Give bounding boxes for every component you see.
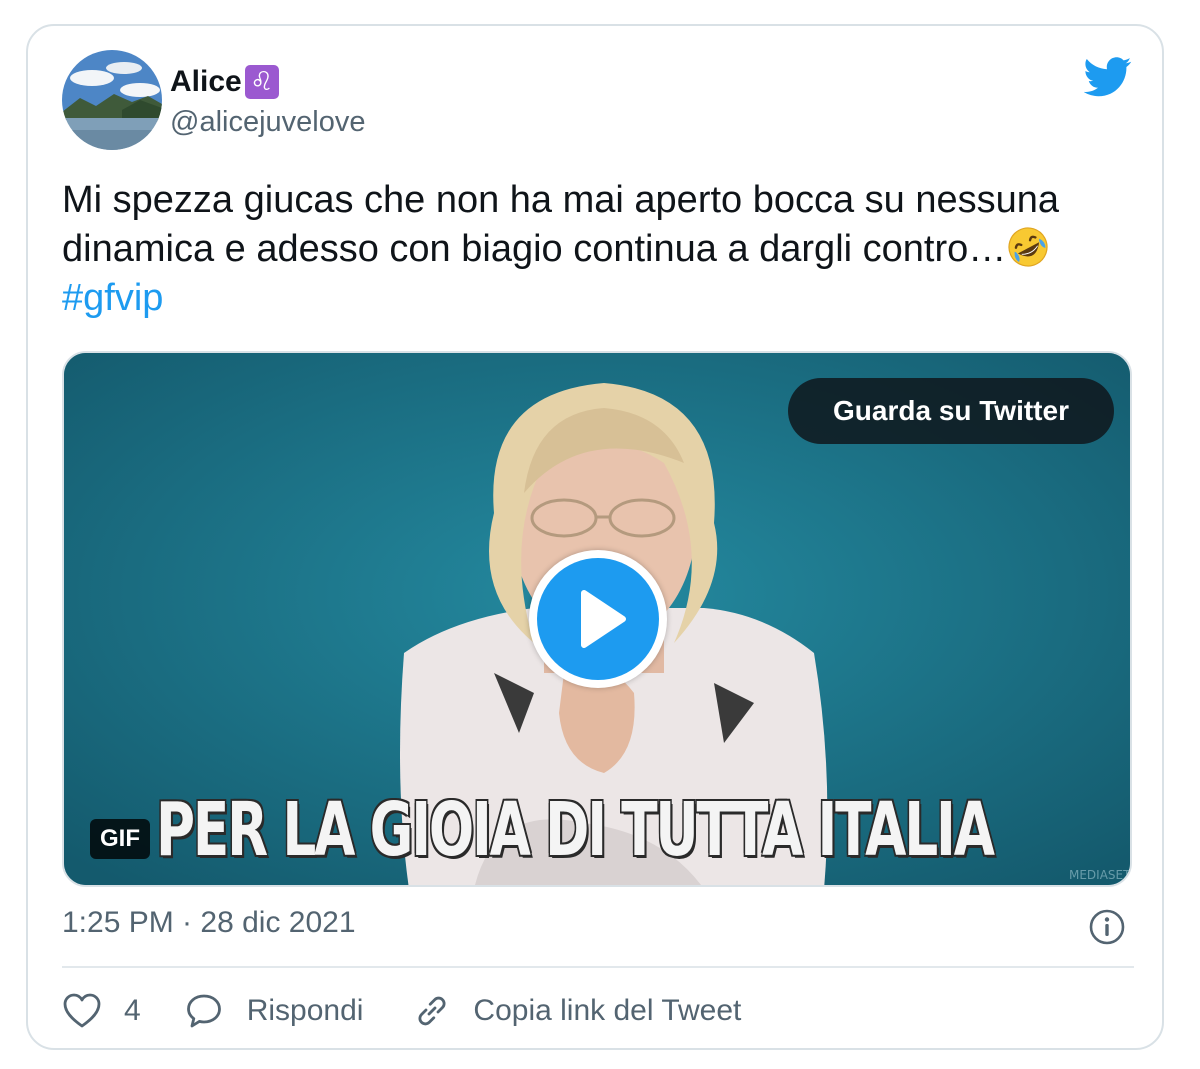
copy-link-label: Copia link del Tweet — [473, 994, 742, 1027]
tweet-text-line: dinamica e adesso con biagio continua a … — [62, 228, 1007, 270]
twitter-bird-icon[interactable] — [1084, 56, 1132, 98]
play-button-circle — [537, 558, 659, 680]
speech-bubble-icon — [186, 994, 221, 1028]
tweet-actions: 4 Rispondi Copia link del Tweet — [62, 986, 741, 1036]
like-button[interactable]: 4 — [62, 992, 141, 1030]
hashtag-link[interactable]: #gfvip — [62, 274, 1142, 323]
tweet-text: Mi spezza giucas che non ha mai aperto b… — [62, 176, 1142, 323]
svg-text:MEDIASET: MEDIASET — [1069, 868, 1131, 882]
tweet-timestamp[interactable]: 1:25 PM · 28 dic 2021 — [62, 906, 356, 940]
gif-caption: PER LA GIOIA DI TUTTA ITALIA — [156, 787, 995, 873]
reply-button[interactable]: Rispondi — [185, 992, 364, 1030]
link-icon — [418, 996, 446, 1026]
tweet-card: Alice ♌ @alicejuvelove Mi spezza giucas … — [26, 24, 1164, 1050]
reply-label: Rispondi — [246, 994, 364, 1027]
play-button[interactable] — [529, 550, 667, 688]
play-icon — [581, 590, 626, 648]
display-name[interactable]: Alice — [170, 65, 242, 99]
tweet-text-line: Mi spezza giucas che non ha mai aperto b… — [62, 179, 1060, 221]
like-count: 4 — [124, 994, 141, 1027]
watch-on-twitter-button[interactable]: Guarda su Twitter — [788, 378, 1114, 444]
rolling-on-the-floor-laughing-emoji — [1008, 227, 1048, 267]
user-handle[interactable]: @alicejuvelove — [170, 106, 365, 139]
info-icon[interactable] — [1088, 908, 1126, 946]
name-row: Alice ♌ — [170, 62, 279, 102]
gif-media[interactable]: MEDIASET Guarda su Twitter PER LA GIOIA … — [62, 351, 1132, 887]
leo-zodiac-emoji: ♌ — [244, 65, 279, 99]
copy-link-button[interactable]: Copia link del Tweet — [413, 992, 741, 1030]
heart-icon — [63, 993, 101, 1028]
lake-landscape-avatar — [62, 50, 162, 150]
divider — [62, 966, 1134, 968]
gif-badge: GIF — [90, 819, 150, 859]
avatar[interactable] — [62, 50, 162, 150]
tweet-text-line-row: dinamica e adesso con biagio continua a … — [62, 225, 1142, 274]
